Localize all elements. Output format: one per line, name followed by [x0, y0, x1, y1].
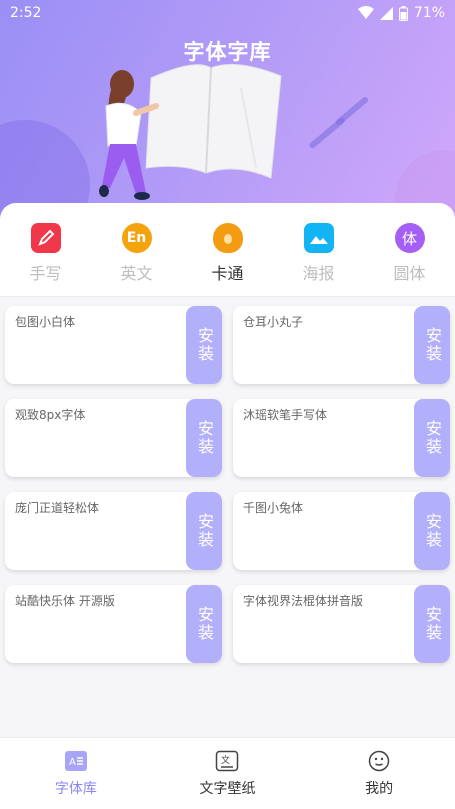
font-card[interactable]: 庞门正道轻松体 安装	[5, 492, 222, 570]
font-name: 沐瑶软笔手写体	[243, 408, 328, 422]
category-label: 圆体	[393, 264, 426, 283]
wifi-icon	[357, 6, 374, 19]
nav-label: 文字壁纸	[199, 780, 256, 797]
category-tab-english[interactable]: En 英文	[102, 223, 172, 284]
font-name: 观致8px字体	[15, 408, 86, 422]
status-time: 2:52	[10, 5, 42, 21]
font-name: 站酷快乐体 开源版	[15, 594, 115, 608]
font-card[interactable]: 仓耳小丸子 安装	[233, 306, 450, 384]
font-list: 包图小白体 安装 仓耳小丸子 安装 观致8px字体 安装 沐瑶软笔手写体 安装 …	[5, 306, 450, 663]
svg-text:A: A	[69, 757, 76, 768]
install-button[interactable]: 安装	[414, 306, 450, 384]
install-button[interactable]: 安装	[414, 492, 450, 570]
font-card[interactable]: 沐瑶软笔手写体 安装	[233, 399, 450, 477]
install-button[interactable]: 安装	[186, 399, 222, 477]
decor-stroke	[334, 95, 370, 127]
font-card[interactable]: 站酷快乐体 开源版 安装	[5, 585, 222, 663]
battery-icon	[398, 5, 408, 21]
install-button[interactable]: 安装	[414, 399, 450, 477]
category-label: 卡通	[211, 264, 244, 283]
category-label: 海报	[302, 264, 335, 283]
pen-icon	[30, 223, 61, 253]
install-button[interactable]: 安装	[186, 585, 222, 663]
category-label: 手写	[29, 264, 62, 283]
category-tab-round[interactable]: 体 圆体	[375, 223, 445, 284]
font-name: 仓耳小丸子	[243, 315, 304, 329]
font-name: 包图小白体	[15, 315, 76, 329]
nav-tab-font-library[interactable]: A 字体库	[16, 750, 136, 798]
profile-icon	[368, 750, 390, 771]
signal-icon	[379, 6, 393, 20]
round-font-icon: 体	[394, 223, 425, 253]
install-button[interactable]: 安装	[186, 306, 222, 384]
reading-girl-illustration	[99, 63, 282, 200]
font-card[interactable]: 包图小白体 安装	[5, 306, 222, 384]
bottom-navigation: A 字体库 文 文字壁纸 我的	[0, 737, 455, 809]
install-button[interactable]: 安装	[186, 492, 222, 570]
install-button[interactable]: 安装	[414, 585, 450, 663]
cartoon-icon	[212, 223, 243, 253]
header-banner: 2:52 71% 字体字库	[0, 0, 455, 230]
category-tabs: 手写 En 英文 卡通 海报 体 圆体	[0, 203, 455, 297]
font-card[interactable]: 观致8px字体 安装	[5, 399, 222, 477]
page-title: 字体字库	[183, 40, 272, 64]
category-tab-handwriting[interactable]: 手写	[11, 223, 81, 284]
status-bar: 2:52 71%	[0, 0, 455, 26]
poster-icon	[303, 223, 334, 253]
category-label: 英文	[120, 264, 153, 283]
font-name: 庞门正道轻松体	[15, 501, 100, 515]
font-card[interactable]: 字体视界法棍体拼音版 安装	[233, 585, 450, 663]
en-icon: En	[121, 223, 152, 253]
nav-label: 我的	[365, 780, 394, 797]
svg-text:文: 文	[221, 754, 230, 766]
font-library-icon: A	[64, 750, 87, 771]
battery-level: 71%	[413, 5, 445, 21]
nav-label: 字体库	[54, 780, 97, 797]
nav-tab-wallpaper[interactable]: 文 文字壁纸	[167, 750, 287, 798]
font-name: 千图小兔体	[243, 501, 304, 515]
wallpaper-icon: 文	[216, 750, 239, 771]
nav-tab-profile[interactable]: 我的	[319, 750, 439, 798]
font-card[interactable]: 千图小兔体 安装	[233, 492, 450, 570]
font-name: 字体视界法棍体拼音版	[243, 594, 364, 608]
category-tab-cartoon[interactable]: 卡通	[193, 223, 263, 284]
category-tab-poster[interactable]: 海报	[284, 223, 354, 284]
